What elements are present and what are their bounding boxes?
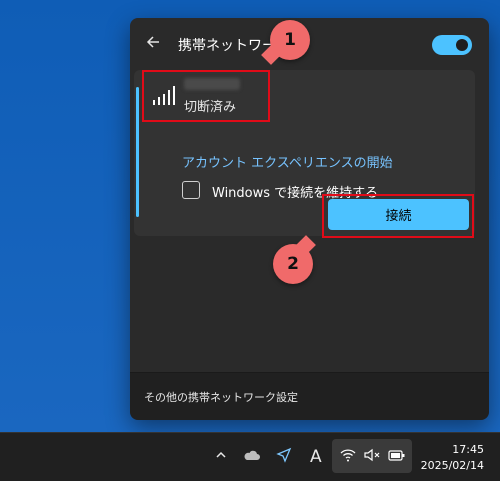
more-cellular-settings-link[interactable]: その他の携帯ネットワーク設定 [144,389,298,405]
cellular-toggle[interactable] [432,35,472,55]
network-item-highlight[interactable]: 切断済み [142,70,270,122]
battery-icon [388,447,406,467]
clock-date: 2025/02/14 [420,459,484,472]
keep-connected-checkbox[interactable] [182,181,200,199]
panel-footer: その他の携帯ネットワーク設定 [130,372,489,420]
ime-icon[interactable]: A [310,447,322,467]
selection-indicator [136,87,139,217]
clock-time: 17:45 [452,443,484,456]
account-experience-link[interactable]: アカウント エクスペリエンスの開始 [182,152,393,171]
wifi-icon [340,447,356,467]
signal-strength-icon [152,84,178,106]
speaker-muted-icon [364,447,382,467]
annotation-badge-1: 1 [270,20,310,60]
network-status: 切断済み [184,100,237,115]
quick-settings-panel: 携帯ネットワーク 切断済み アカウント エクスペリエンスの開始 Windows … [130,18,489,420]
annotation-badge-2: 2 [273,244,313,284]
annotation-badge-1-label: 1 [284,30,296,50]
location-icon[interactable] [276,447,292,468]
network-volume-battery-group[interactable] [332,439,412,473]
clock[interactable]: 17:45 2025/02/14 [421,442,484,474]
toggle-knob [456,39,468,51]
annotation-badge-2-label: 2 [287,254,299,274]
network-name-blurred [184,78,240,90]
connect-button[interactable]: 接続 [328,199,469,230]
taskbar: A 17:45 2025/02/14 [0,432,500,481]
network-card[interactable]: 切断済み アカウント エクスペリエンスの開始 Windows で接続を維持する … [134,70,475,238]
chevron-up-icon[interactable] [214,447,228,467]
cloud-icon[interactable] [243,447,261,467]
back-arrow-icon[interactable] [145,34,165,54]
